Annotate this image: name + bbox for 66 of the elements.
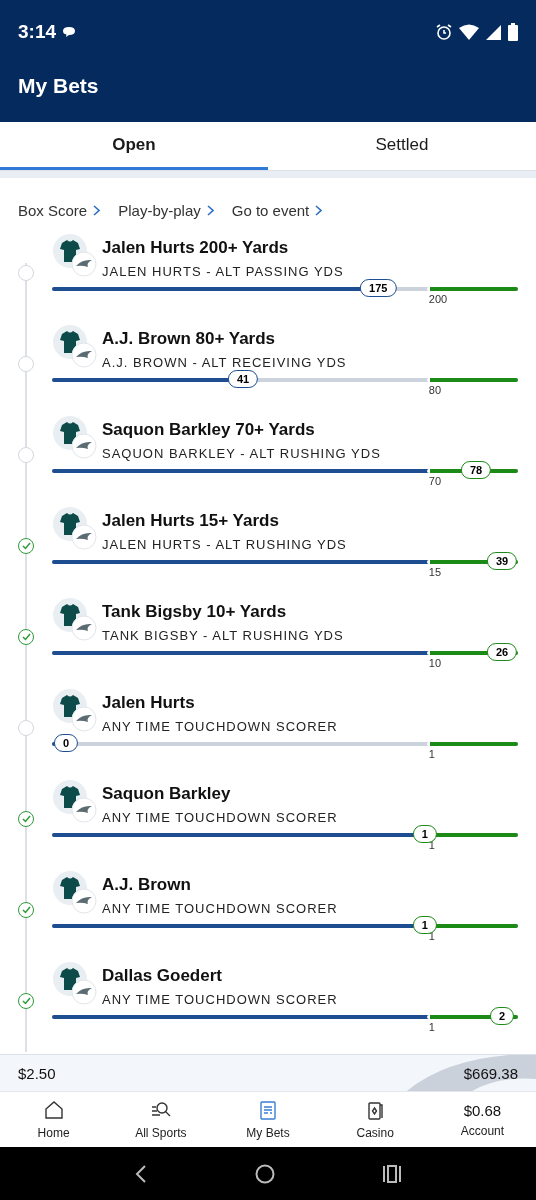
jersey-icon xyxy=(52,870,98,916)
target-value: 200 xyxy=(428,293,448,305)
chevron-right-icon xyxy=(93,205,101,216)
bet-slip-icon xyxy=(257,1099,279,1121)
jersey-icon xyxy=(52,506,98,552)
target-value: 80 xyxy=(428,384,442,396)
bet-title: Jalen Hurts xyxy=(102,693,196,713)
nav-item[interactable]: My Bets xyxy=(214,1092,322,1147)
total-payout: $669.38 xyxy=(463,1064,518,1082)
nav-item[interactable]: All Sports xyxy=(107,1092,215,1147)
nav-item[interactable]: Casino xyxy=(321,1092,429,1147)
jersey-icon xyxy=(52,779,98,825)
bet-market: A.J. BROWN - ALT RECEIVING YDS xyxy=(102,355,347,370)
bet-title: A.J. Brown 80+ Yards xyxy=(102,329,277,349)
bet-title: Jalen Hurts 200+ Yards xyxy=(102,238,290,258)
signal-icon xyxy=(485,23,502,41)
jersey-icon xyxy=(52,597,98,643)
nav-item[interactable]: Home xyxy=(0,1092,108,1147)
nav-item[interactable]: $0.68 Account xyxy=(428,1092,536,1147)
bet-title: Saquon Barkley xyxy=(102,784,232,804)
jersey-icon xyxy=(52,688,98,734)
current-value: 26 xyxy=(486,643,518,661)
total-wager: $2.50 xyxy=(18,1064,56,1082)
target-value: 15 xyxy=(428,566,442,578)
bet-title: Saquon Barkley 70+ Yards xyxy=(102,420,316,440)
chat-bubble-icon xyxy=(62,26,77,38)
bet-market: SAQUON BARKLEY - ALT RUSHING YDS xyxy=(102,446,381,461)
home-circle-icon[interactable] xyxy=(255,1163,275,1184)
event-link[interactable]: Go to event xyxy=(231,202,323,219)
jersey-icon xyxy=(52,415,98,461)
bet-market: ANY TIME TOUCHDOWN SCORER xyxy=(102,992,338,1007)
battery-icon xyxy=(508,23,518,41)
home-icon xyxy=(42,1099,65,1121)
current-value: 41 xyxy=(227,370,259,388)
bet-market: ANY TIME TOUCHDOWN SCORER xyxy=(102,901,338,916)
bet-market: JALEN HURTS - ALT PASSING YDS xyxy=(102,264,344,279)
jersey-icon xyxy=(52,324,98,370)
current-value: 78 xyxy=(460,461,492,479)
chevron-right-icon xyxy=(315,205,323,216)
current-value: 0 xyxy=(53,734,79,752)
bet-market: JALEN HURTS - ALT RUSHING YDS xyxy=(102,537,347,552)
event-link[interactable]: Play-by-play xyxy=(118,202,214,219)
current-value: 2 xyxy=(489,1007,515,1025)
bet-market: ANY TIME TOUCHDOWN SCORER xyxy=(102,719,338,734)
bet-title: Dallas Goedert xyxy=(102,966,223,986)
target-value: 70 xyxy=(428,475,442,487)
bet-market: TANK BIGSBY - ALT RUSHING YDS xyxy=(102,628,344,643)
status-time: 3:14 xyxy=(18,21,57,43)
target-value: 1 xyxy=(428,748,435,760)
alarm-icon xyxy=(435,23,453,41)
target-value: 1 xyxy=(428,1021,435,1033)
bet-title: Tank Bigsby 10+ Yards xyxy=(102,602,288,622)
wifi-icon xyxy=(459,24,479,40)
page-title: My Bets xyxy=(17,73,100,98)
recents-icon[interactable] xyxy=(382,1164,403,1183)
bet-title: A.J. Brown xyxy=(102,875,192,895)
target-value: 10 xyxy=(428,657,442,669)
bet-market: ANY TIME TOUCHDOWN SCORER xyxy=(102,810,338,825)
event-link[interactable]: Box Score xyxy=(18,202,101,219)
jersey-icon xyxy=(52,233,98,279)
jersey-icon xyxy=(52,961,98,1007)
back-icon[interactable] xyxy=(133,1163,148,1184)
current-value: 175 xyxy=(360,279,397,297)
current-value: 39 xyxy=(486,552,518,570)
chevron-right-icon xyxy=(206,205,214,216)
bet-title: Jalen Hurts 15+ Yards xyxy=(102,511,280,531)
